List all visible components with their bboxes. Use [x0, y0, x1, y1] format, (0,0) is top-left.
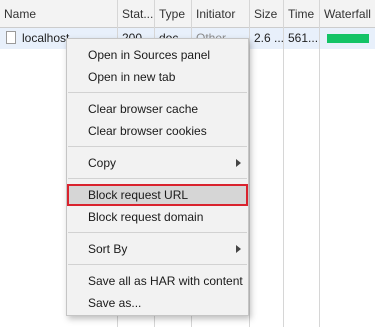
menu-item-copy-label: Copy: [88, 156, 117, 170]
column-header-time[interactable]: Time: [284, 0, 319, 28]
column-header-waterfall[interactable]: Waterfall: [320, 0, 375, 28]
menu-item-save-as[interactable]: Save as...: [67, 292, 248, 314]
menu-item-clear-cookies[interactable]: Clear browser cookies: [67, 120, 248, 142]
submenu-arrow-icon: [236, 245, 241, 253]
column-header-size[interactable]: Size: [250, 0, 283, 28]
waterfall-bar: [327, 34, 369, 43]
menu-item-clear-cache[interactable]: Clear browser cache: [67, 98, 248, 120]
menu-separator: [68, 178, 247, 179]
menu-item-open-in-new-tab[interactable]: Open in new tab: [67, 66, 248, 88]
menu-item-block-request-url[interactable]: Block request URL: [67, 184, 248, 206]
menu-item-sort-by[interactable]: Sort By: [67, 238, 248, 260]
menu-separator: [68, 92, 247, 93]
column-divider[interactable]: [249, 0, 250, 327]
menu-item-open-in-sources[interactable]: Open in Sources panel: [67, 44, 248, 66]
column-divider[interactable]: [319, 0, 320, 327]
menu-item-save-har[interactable]: Save all as HAR with content: [67, 270, 248, 292]
menu-item-copy[interactable]: Copy: [67, 152, 248, 174]
submenu-arrow-icon: [236, 159, 241, 167]
menu-separator: [68, 264, 247, 265]
context-menu: Open in Sources panel Open in new tab Cl…: [66, 38, 249, 316]
row-size: 2.6 ...: [254, 31, 283, 45]
row-time: 561...: [288, 31, 319, 45]
column-divider[interactable]: [283, 0, 284, 327]
column-header-type[interactable]: Type: [155, 0, 191, 28]
menu-separator: [68, 232, 247, 233]
column-header-status[interactable]: Stat...: [118, 0, 154, 28]
column-header-name[interactable]: Name: [0, 0, 117, 28]
document-icon: [6, 31, 16, 44]
menu-item-block-request-domain[interactable]: Block request domain: [67, 206, 248, 228]
column-header-initiator[interactable]: Initiator: [192, 0, 249, 28]
menu-item-sort-by-label: Sort By: [88, 242, 128, 256]
menu-separator: [68, 146, 247, 147]
